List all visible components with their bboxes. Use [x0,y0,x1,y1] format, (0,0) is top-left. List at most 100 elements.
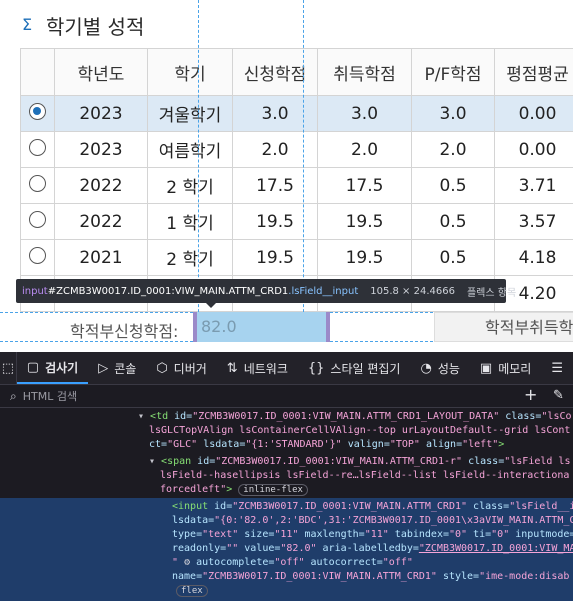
cell-applied: 19.5 [232,203,318,240]
cell-earned: 19.5 [317,203,412,240]
cell-applied: 17.5 [232,167,318,204]
markup-line-selected[interactable]: lsdata="{0:'82.0',2:'BDC',31:'ZCMB3W0017… [172,515,573,527]
element-picker-button[interactable]: ⬚ [0,352,17,384]
debugger-icon: ⬡ [156,360,168,376]
applied-credits-field[interactable]: 82.0 [193,312,330,342]
tab-network[interactable]: ⇅ 네트워크 [217,352,298,384]
add-node-button[interactable]: + [524,385,537,404]
tab-memory[interactable]: ▣ 메모리 [470,352,541,384]
inline-flex-badge[interactable]: inline-flex [238,484,308,496]
tab-debugger[interactable]: ⬡ 디버거 [146,352,216,384]
tab-inspector[interactable]: ▢ 검사기 [16,352,89,384]
search-icon: ⌕ [10,388,17,403]
table-row[interactable]: 2023 겨울학기 3.0 3.0 3.0 0.00 [20,95,573,132]
cell-year: 2023 [54,95,148,132]
row-radio-cell[interactable] [20,239,55,276]
table-row[interactable]: 2021 2 학기 19.5 19.5 0.5 4.18 [20,239,573,276]
row-radio-button[interactable] [29,210,46,228]
sigma-icon: Σ [22,15,33,34]
select-column-header [20,48,55,96]
table-header-row: 학년도 학기 신청학점 취득학점 P/F학점 평점평균 [20,48,573,96]
cell-pf: 3.0 [411,95,495,132]
table-row[interactable]: 2023 여름학기 2.0 2.0 2.0 0.00 [20,131,573,168]
cell-year: 2022 [54,203,148,240]
cell-applied: 2.0 [232,131,318,168]
applied-credits-label: 학적부신청학점: [70,322,179,341]
inspector-icon: ▢ [26,359,40,375]
cell-earned: 17.5 [317,167,412,204]
html-search-input[interactable]: HTML 검색 [23,388,77,404]
column-header-applied[interactable]: 신청학점 [232,48,318,96]
cell-pf: 2.0 [411,131,495,168]
picker-icon: ⬚ [1,360,15,376]
cell-gpa: 4.18 [494,239,573,276]
cell-pf: 0.5 [411,239,495,276]
tab-console[interactable]: ▷ 콘솔 [88,352,146,384]
cell-term: 겨울학기 [147,95,233,132]
markup-line-selected[interactable]: readonly="" value="82.0" aria-labelledby… [172,543,573,555]
column-header-pf[interactable]: P/F학점 [411,48,495,96]
cell-term: 2 학기 [147,239,233,276]
cell-earned: 3.0 [317,95,412,132]
cell-term: 여름학기 [147,131,233,168]
tooltip-size: 105.8 × 24.4666 [370,285,455,297]
table-row[interactable]: 2022 1 학기 19.5 19.5 0.5 3.57 [20,203,573,240]
cell-year: 2021 [54,239,148,276]
gauge-icon: ◔ [420,360,432,376]
devtools-toolbar: ⬚ ▢ 검사기 ▷ 콘솔 ⬡ 디버거 ⇅ 네트워크 {} 스타일 편집기 ◔ 성능 ▣ 메모리… [0,352,573,385]
markup-line[interactable]: ▾ <td id="ZCMB3W0017.ID_0001:VIW_MAIN.AT… [138,411,572,423]
tooltip-selector: input#ZCMB3W0017.ID_0001:VIW_MAIN.ATTM_C… [22,285,359,297]
markup-line-selected[interactable]: " ⚙ autocomplete="off" autocorrect="off" [172,557,413,569]
expand-triangle-icon[interactable]: ▾ [138,411,150,422]
markup-line-selected[interactable]: name="ZCMB3W0017.ID_0001:VIW_MAIN.ATTM_C… [172,571,569,583]
table-row[interactable]: 2022 2 학기 17.5 17.5 0.5 3.71 [20,167,573,204]
row-radio-cell[interactable] [20,95,55,132]
cell-year: 2022 [54,167,148,204]
cell-applied: 3.0 [232,95,318,132]
column-header-earned[interactable]: 취득학점 [317,48,412,96]
cell-term: 1 학기 [147,203,233,240]
page-title-area: Σ 학기별 성적 [22,10,144,40]
column-header-term[interactable]: 학기 [147,48,233,96]
markup-line[interactable]: lsField--hasellipsis lsField--re…lsField… [160,470,569,482]
cell-earned: 19.5 [317,239,412,276]
cell-gpa: 3.71 [494,167,573,204]
tab-style-editor[interactable]: {} 스타일 편집기 [298,352,411,384]
eyedropper-icon[interactable]: ✎ [553,388,564,403]
row-radio-button[interactable] [29,102,46,120]
grade-table: 학년도 학기 신청학점 취득학점 P/F학점 평점평균 2023 겨울학기 3.… [20,48,573,312]
row-radio-cell[interactable] [20,131,55,168]
storage-icon: ☰ [551,360,563,376]
cell-applied: 19.5 [232,239,318,276]
markup-line[interactable]: lsGLCTopVAlign lsContainerCellVAlign--to… [149,425,570,437]
markup-line-selected[interactable]: <input id="ZCMB3W0017.ID_0001:VIW_MAIN.A… [172,501,573,513]
cell-pf: 0.5 [411,203,495,240]
column-header-year[interactable]: 학년도 [54,48,148,96]
cell-earned: 2.0 [317,131,412,168]
markup-line-selected[interactable]: type="text" size="11" maxlength="11" tab… [172,529,573,541]
html-search-bar[interactable]: ⌕ HTML 검색 + ✎ [0,385,573,408]
cell-year: 2023 [54,131,148,168]
flex-badge[interactable]: flex [176,585,208,597]
row-radio-cell[interactable] [20,203,55,240]
braces-icon: {} [307,360,325,376]
memory-icon: ▣ [479,360,493,376]
cell-pf: 0.5 [411,167,495,204]
network-icon: ⇅ [226,360,238,376]
tab-performance[interactable]: ◔ 성능 [410,352,469,384]
row-radio-cell[interactable] [20,167,55,204]
markup-line[interactable]: ct="GLC" lsdata="{1:'STANDARD'}" valign=… [149,439,504,451]
expand-triangle-icon[interactable]: ▾ [149,456,161,467]
row-radio-button[interactable] [29,246,46,264]
inspector-tooltip: input#ZCMB3W0017.ID_0001:VIW_MAIN.ATTM_C… [16,279,516,308]
row-radio-button[interactable] [29,138,46,156]
row-radio-button[interactable] [29,174,46,192]
cell-term: 2 학기 [147,167,233,204]
markup-line[interactable]: forcedleft"> inline-flex [160,484,308,496]
markup-line-selected[interactable]: flex [176,585,208,597]
markup-line[interactable]: ▾ <span id="ZCMB3W0017.ID_0001:VIW_MAIN.… [149,456,570,468]
cell-gpa: 3.57 [494,203,573,240]
tab-more[interactable]: ☰ [541,352,573,384]
column-header-gpa[interactable]: 평점평균 [494,48,573,96]
page-title: 학기별 성적 [46,14,145,39]
